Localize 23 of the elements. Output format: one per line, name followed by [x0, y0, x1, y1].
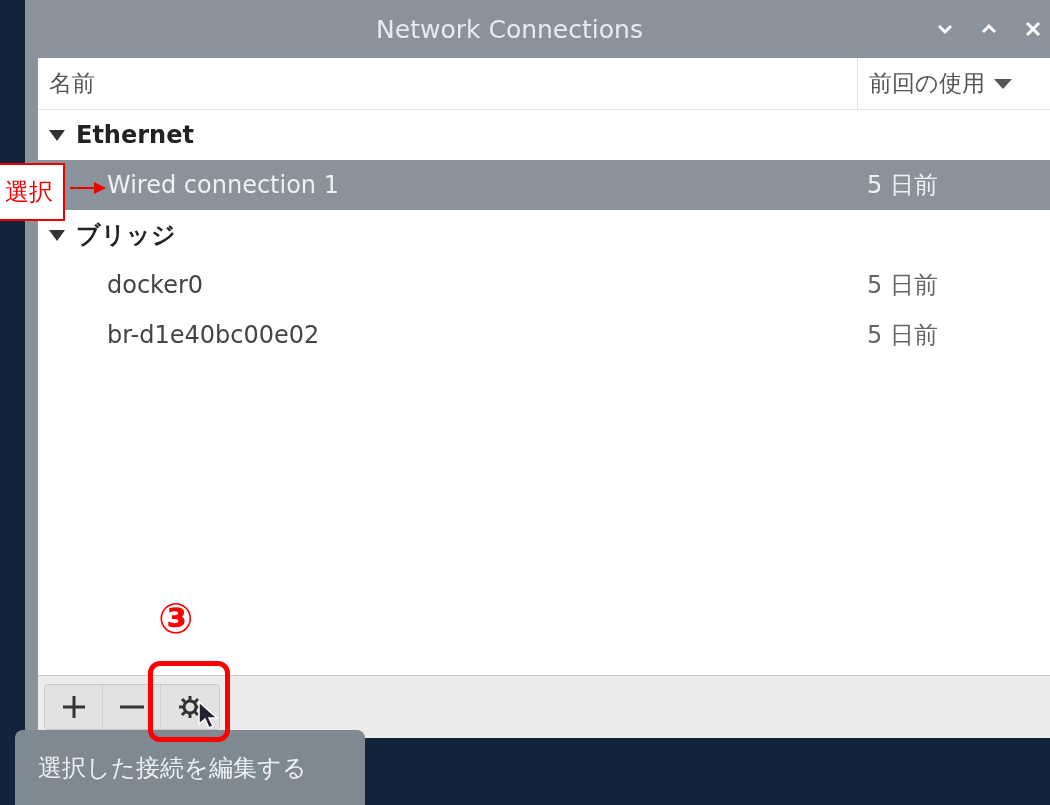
connection-row[interactable]: docker0 5 日前	[38, 260, 1050, 310]
arrow-icon	[70, 180, 106, 196]
minus-icon	[119, 705, 144, 709]
plus-icon	[60, 694, 87, 720]
tooltip: 選択した接続を編集する	[15, 730, 365, 805]
connection-row[interactable]: br-d1e40bc00e02 5 日前	[38, 310, 1050, 360]
column-header[interactable]: 前回の使用	[858, 58, 1050, 109]
connection-name: Wired connection 1	[107, 171, 339, 199]
group-label: ブリッジ	[76, 220, 176, 251]
column-header[interactable]: 名前	[38, 58, 858, 109]
expander-icon[interactable]	[48, 228, 66, 242]
step-number: ③	[158, 598, 194, 640]
last-used: 5 日前	[867, 170, 939, 201]
last-used: 5 日前	[867, 320, 939, 351]
connection-name: docker0	[107, 271, 204, 299]
expander-icon[interactable]	[48, 128, 66, 142]
cursor-icon	[197, 700, 219, 730]
callout-label: 選択	[0, 163, 65, 221]
last-used: 5 日前	[867, 270, 939, 301]
connection-name: br-d1e40bc00e02	[107, 321, 320, 349]
group-label: Ethernet	[76, 121, 194, 149]
window-title: Network Connections	[375, 14, 644, 44]
add-button[interactable]	[45, 685, 103, 729]
